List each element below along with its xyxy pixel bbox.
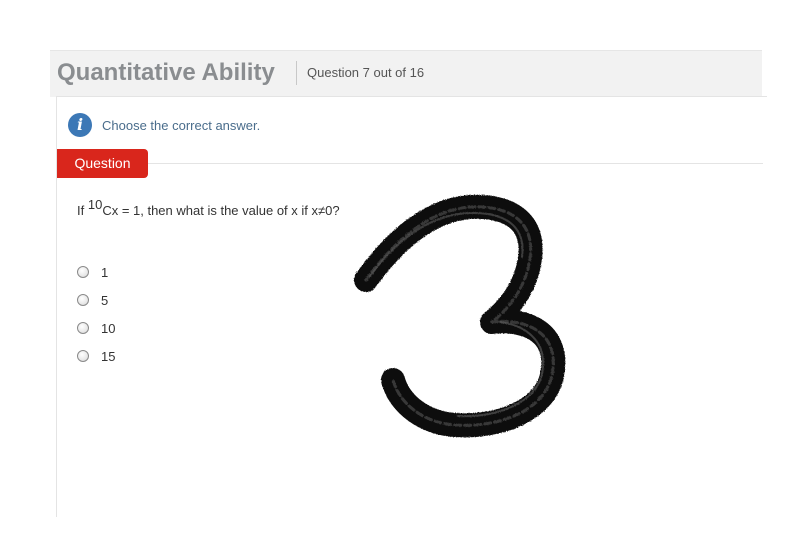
answer-options: 1 5 10 15 bbox=[77, 258, 115, 370]
header-divider bbox=[296, 61, 297, 85]
option-label: 10 bbox=[101, 320, 116, 336]
question-stem: If 10Cx = 1, then what is the value of x… bbox=[77, 197, 340, 218]
radio-button[interactable] bbox=[77, 266, 89, 278]
question-text: Cx = 1, then what is the value of x if x… bbox=[102, 203, 340, 218]
page-title: Quantitative Ability bbox=[57, 59, 275, 86]
question-panel: i Choose the correct answer. Question If… bbox=[56, 96, 767, 517]
question-counter: Question 7 out of 16 bbox=[307, 65, 425, 80]
radio-button[interactable] bbox=[77, 350, 89, 362]
header-bar: Quantitative Ability Question 7 out of 1… bbox=[50, 50, 762, 97]
option-label: 5 bbox=[101, 292, 109, 308]
radio-button[interactable] bbox=[77, 294, 89, 306]
option-1[interactable]: 1 bbox=[77, 258, 115, 286]
option-label: 1 bbox=[101, 264, 109, 280]
tab-divider bbox=[57, 163, 763, 164]
question-prefix: If bbox=[77, 203, 88, 218]
info-icon: i bbox=[68, 113, 92, 137]
option-3[interactable]: 10 bbox=[77, 314, 115, 342]
option-label: 15 bbox=[101, 348, 116, 364]
option-2[interactable]: 5 bbox=[77, 286, 115, 314]
question-superscript: 10 bbox=[87, 197, 103, 212]
tab-question[interactable]: Question bbox=[57, 149, 148, 178]
option-4[interactable]: 15 bbox=[77, 342, 115, 370]
instruction-text: Choose the correct answer. bbox=[102, 118, 261, 133]
radio-button[interactable] bbox=[77, 322, 89, 334]
